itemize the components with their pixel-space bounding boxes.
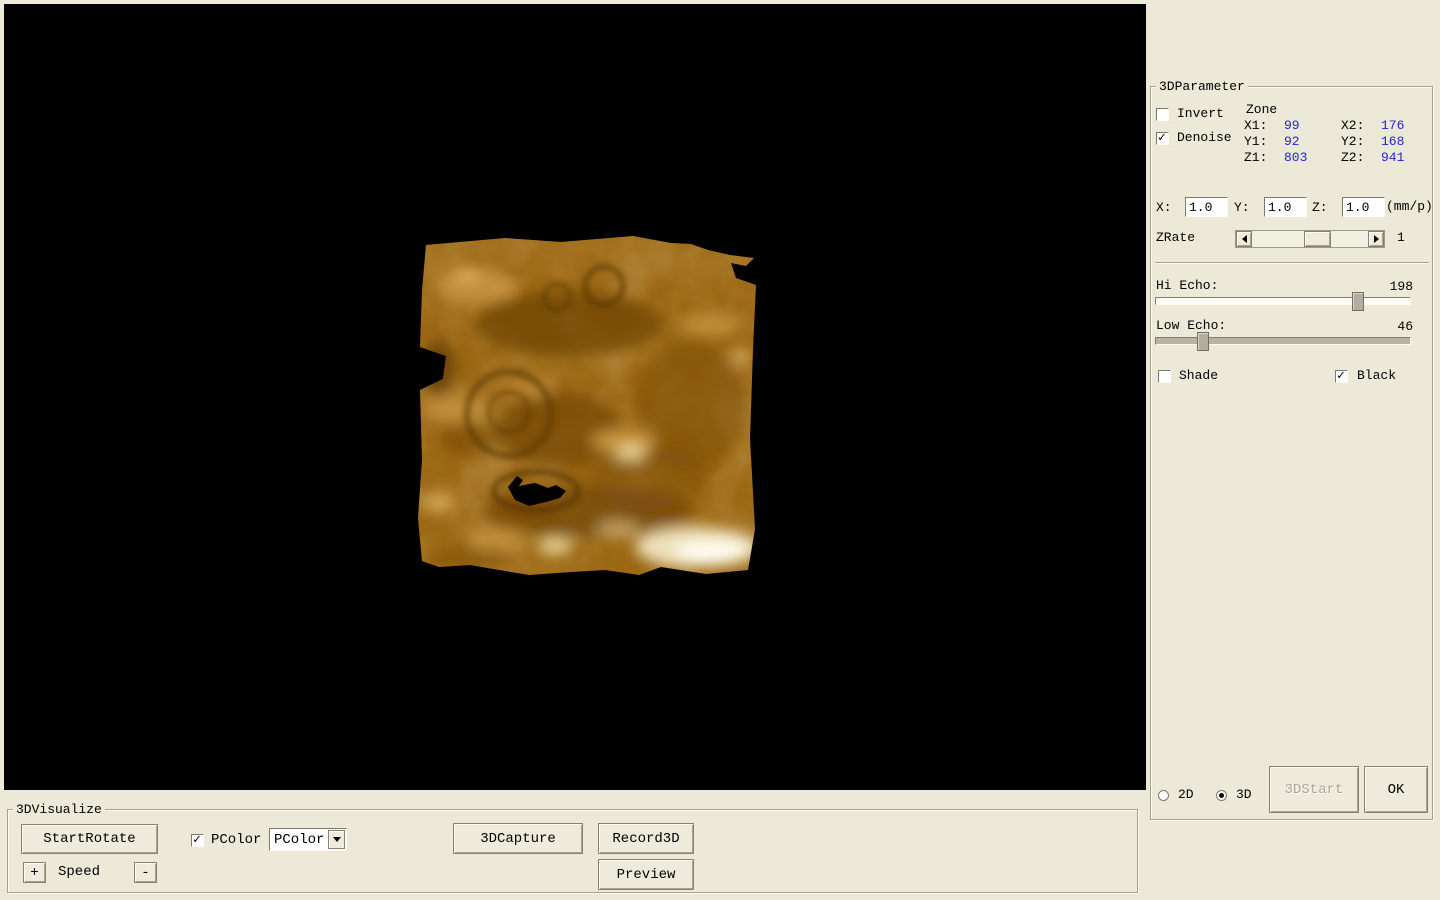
denoise-checkbox[interactable] <box>1156 132 1169 145</box>
low-echo-value: 46 <box>1351 319 1413 334</box>
preview-button[interactable]: Preview <box>598 859 694 890</box>
radio-3d-label: 3D <box>1236 788 1252 802</box>
ok-button[interactable]: OK <box>1364 766 1428 813</box>
speed-label: Speed <box>58 865 100 879</box>
zone-title: Zone <box>1246 103 1277 117</box>
zone-y2-label: Y2: <box>1341 135 1364 149</box>
zrate-scrollbar-thumb[interactable] <box>1304 231 1331 247</box>
low-echo-label: Low Echo: <box>1156 319 1226 333</box>
3dparameter-group: 3DParameter Invert Denoise Zone X1: 99 X… <box>1150 86 1433 820</box>
pcolor-checkbox[interactable] <box>191 834 204 847</box>
spacing-x-input[interactable] <box>1185 197 1228 217</box>
invert-checkbox[interactable] <box>1156 108 1169 121</box>
shade-checkbox[interactable] <box>1158 370 1171 383</box>
invert-label: Invert <box>1177 107 1224 121</box>
zone-z1-value: 803 <box>1284 151 1307 165</box>
hi-echo-slider-thumb[interactable] <box>1352 292 1364 311</box>
zrate-left-arrow-icon[interactable] <box>1236 231 1252 247</box>
3dvisualize-title: 3DVisualize <box>13 802 105 817</box>
zone-z2-label: Z2: <box>1341 151 1364 165</box>
zone-x2-value: 176 <box>1381 119 1404 133</box>
start-rotate-button[interactable]: StartRotate <box>21 824 158 854</box>
pcolor-dropdown-value: PColor <box>274 832 324 848</box>
black-label: Black <box>1357 369 1396 383</box>
speed-plus-button[interactable]: + <box>23 862 46 883</box>
spacing-unit-label: (mm/p) <box>1386 200 1433 214</box>
zone-y1-label: Y1: <box>1244 135 1267 149</box>
zone-y2-value: 168 <box>1381 135 1404 149</box>
zone-x2-label: X2: <box>1341 119 1364 133</box>
hi-echo-label: Hi Echo: <box>1156 279 1218 293</box>
3d-viewport[interactable] <box>4 4 1146 790</box>
radio-2d[interactable] <box>1158 790 1169 801</box>
zone-x1-value: 99 <box>1284 119 1300 133</box>
radio-3d[interactable] <box>1216 790 1227 801</box>
zone-z1-label: Z1: <box>1244 151 1267 165</box>
spacing-y-label: Y: <box>1234 201 1250 215</box>
zrate-scrollbar[interactable] <box>1235 230 1385 248</box>
zone-x1-label: X1: <box>1244 119 1267 133</box>
zrate-right-arrow-icon[interactable] <box>1368 231 1384 247</box>
pcolor-dropdown-button[interactable] <box>328 830 345 849</box>
pcolor-dropdown[interactable]: PColor <box>269 828 347 851</box>
zone-y1-value: 92 <box>1284 135 1300 149</box>
spacing-z-label: Z: <box>1312 201 1328 215</box>
low-echo-slider-track[interactable] <box>1155 337 1411 345</box>
app-window: { "app": { "bg_color": "#ece9d8", "value… <box>0 0 1440 900</box>
spacing-x-label: X: <box>1156 201 1172 215</box>
3dstart-button[interactable]: 3DStart <box>1269 766 1359 813</box>
record3d-button[interactable]: Record3D <box>598 823 694 854</box>
spacing-y-input[interactable] <box>1264 197 1307 217</box>
speed-minus-button[interactable]: - <box>134 862 157 883</box>
hi-echo-slider-track[interactable] <box>1155 297 1411 305</box>
ultrasound-volume-render <box>409 229 761 581</box>
3dparameter-title: 3DParameter <box>1156 79 1248 94</box>
pcolor-checkbox-label: PColor <box>211 833 261 847</box>
zrate-value: 1 <box>1397 231 1405 245</box>
radio-2d-label: 2D <box>1178 788 1194 802</box>
low-echo-slider-thumb[interactable] <box>1197 332 1209 351</box>
3dcapture-button[interactable]: 3DCapture <box>453 823 583 854</box>
3dvisualize-group: 3DVisualize StartRotate + Speed - PColor… <box>7 809 1138 893</box>
zone-z2-value: 941 <box>1381 151 1404 165</box>
chevron-down-icon <box>333 837 341 846</box>
separator <box>1155 262 1429 264</box>
zrate-label: ZRate <box>1156 231 1195 245</box>
denoise-label: Denoise <box>1177 131 1232 145</box>
shade-label: Shade <box>1179 369 1218 383</box>
black-checkbox[interactable] <box>1335 370 1348 383</box>
spacing-z-input[interactable] <box>1342 197 1385 217</box>
